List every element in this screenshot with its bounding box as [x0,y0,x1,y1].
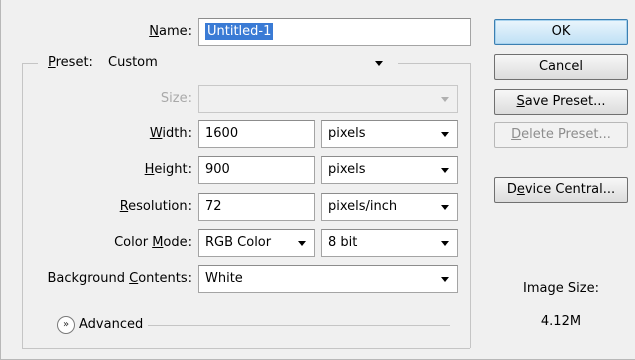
background-contents-value: White [205,271,243,286]
height-unit-caret-down-icon [441,168,449,173]
height-input[interactable]: 900 [198,156,315,184]
new-document-dialog: Name: Untitled-1 Preset: Custom Size: Wi… [0,0,635,360]
bit-depth-value: 8 bit [328,235,358,250]
color-mode-select[interactable]: RGB Color [198,229,315,257]
color-mode-value: RGB Color [205,235,272,250]
resolution-unit-value: pixels/inch [328,199,398,214]
name-input[interactable]: Untitled-1 [198,18,471,46]
height-unit-value: pixels [328,162,366,177]
preset-group-border-right [470,63,471,348]
width-input[interactable]: 1600 [198,120,315,148]
size-caret-down-icon [441,97,449,102]
chevron-double-down-icon: » [57,316,75,334]
resolution-label: Resolution: [119,199,192,214]
device-central-button[interactable]: Device Central... [494,177,628,203]
preset-caret-down-icon [375,61,383,66]
preset-group-border-top-right [398,63,470,64]
preset-group-border-left [22,63,23,348]
preset-label: Preset: [48,55,93,70]
resolution-input-value: 72 [205,199,222,214]
save-preset-button[interactable]: Save Preset... [494,89,628,115]
height-unit-select[interactable]: pixels [321,156,458,184]
resolution-input[interactable]: 72 [198,193,315,221]
width-input-value: 1600 [205,126,239,141]
advanced-toggle[interactable]: » Advanced [57,315,152,335]
width-unit-caret-down-icon [441,132,449,137]
preset-group-border-bottom [22,348,470,349]
width-label: Width: [149,126,192,141]
preset-group-border-top-left [22,63,38,64]
height-input-value: 900 [205,162,230,177]
name-label: Name: [149,24,192,39]
image-size-label: Image Size: [523,281,599,296]
color-mode-label: Color Mode: [114,235,192,250]
background-contents-select[interactable]: White [198,265,458,293]
width-unit-select[interactable]: pixels [321,120,458,148]
advanced-label: Advanced [79,317,144,332]
height-label: Height: [144,162,192,177]
image-size-value: 4.12M [540,314,582,329]
size-select [198,85,458,113]
cancel-button[interactable]: Cancel [494,54,628,80]
background-caret-down-icon [441,277,449,282]
ok-button[interactable]: OK [494,19,628,45]
background-contents-label: Background Contents: [47,271,192,286]
width-unit-value: pixels [328,126,366,141]
bit-depth-select[interactable]: 8 bit [321,229,458,257]
size-label: Size: [160,91,192,106]
color-mode-caret-down-icon [298,241,306,246]
advanced-divider [148,325,450,326]
bit-depth-caret-down-icon [441,241,449,246]
resolution-unit-caret-down-icon [441,205,449,210]
preset-select[interactable]: Custom [103,50,391,76]
resolution-unit-select[interactable]: pixels/inch [321,193,458,221]
name-input-value: Untitled-1 [205,23,274,40]
preset-select-value: Custom [108,55,158,70]
delete-preset-button: Delete Preset... [494,122,628,148]
